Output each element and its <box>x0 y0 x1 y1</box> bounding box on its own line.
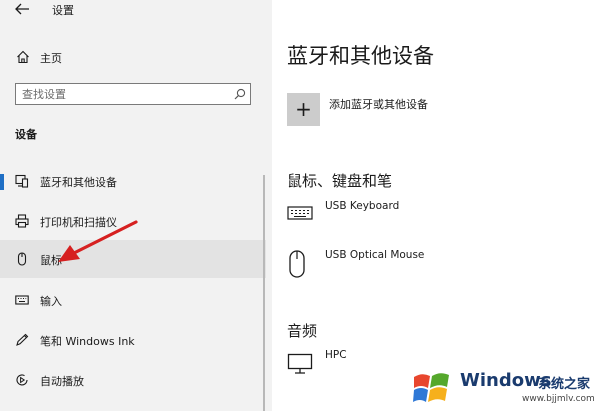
sidebar-scrollbar[interactable] <box>263 175 265 411</box>
sidebar: 设置 主页 设备 蓝牙和其他设备 打印机和扫描仪 <box>0 0 272 411</box>
autoplay-icon <box>16 374 28 386</box>
add-icon-box: + <box>287 93 320 126</box>
sidebar-item-autoplay[interactable]: 自动播放 <box>0 361 266 399</box>
mouse-icon <box>17 252 27 266</box>
search-box[interactable] <box>15 83 251 105</box>
printer-icon <box>15 214 29 228</box>
search-icon[interactable] <box>234 88 246 100</box>
sidebar-item-label: 蓝牙和其他设备 <box>40 176 117 189</box>
sidebar-item-label: 输入 <box>40 295 62 308</box>
site-watermark: Windows 系统之家 www.bjjmlv.com <box>410 366 600 411</box>
annotation-arrow <box>58 220 138 262</box>
group-title-input-devices: 鼠标、键盘和笔 <box>287 172 393 190</box>
pen-icon <box>16 333 29 346</box>
device-name: USB Keyboard <box>325 200 400 212</box>
add-device-button[interactable]: + 添加蓝牙或其他设备 <box>287 93 587 129</box>
back-arrow-icon[interactable] <box>14 2 30 16</box>
sidebar-item-home[interactable]: 主页 <box>0 44 272 70</box>
app-title: 设置 <box>52 4 74 17</box>
sidebar-item-label: 自动播放 <box>40 375 84 388</box>
plus-icon: + <box>295 97 312 121</box>
sidebar-item-bluetooth[interactable]: 蓝牙和其他设备 <box>0 162 266 200</box>
device-name: HPC <box>325 349 347 361</box>
sidebar-item-label: 主页 <box>40 52 62 65</box>
keyboard-icon <box>287 206 313 220</box>
bluetooth-devices-icon <box>15 174 29 188</box>
keyboard-icon <box>15 295 29 305</box>
device-usb-optical-mouse[interactable]: USB Optical Mouse <box>287 249 587 289</box>
mouse-icon <box>289 250 305 278</box>
sidebar-item-label: 笔和 Windows Ink <box>40 335 135 348</box>
home-icon <box>17 50 29 64</box>
device-usb-keyboard[interactable]: USB Keyboard <box>287 200 587 240</box>
search-input[interactable] <box>22 86 222 102</box>
monitor-icon <box>287 353 313 374</box>
windows-logo-icon <box>413 373 449 402</box>
page-title: 蓝牙和其他设备 <box>287 44 434 68</box>
section-label: 设备 <box>15 128 37 141</box>
watermark-url: www.bjjmlv.com <box>522 394 595 404</box>
watermark-site: 系统之家 <box>538 377 591 392</box>
sidebar-item-typing[interactable]: 输入 <box>0 281 266 319</box>
device-name: USB Optical Mouse <box>325 249 425 261</box>
add-device-label: 添加蓝牙或其他设备 <box>329 98 428 111</box>
active-indicator <box>0 174 4 190</box>
group-title-audio: 音频 <box>287 322 318 340</box>
sidebar-item-pen[interactable]: 笔和 Windows Ink <box>0 321 266 359</box>
